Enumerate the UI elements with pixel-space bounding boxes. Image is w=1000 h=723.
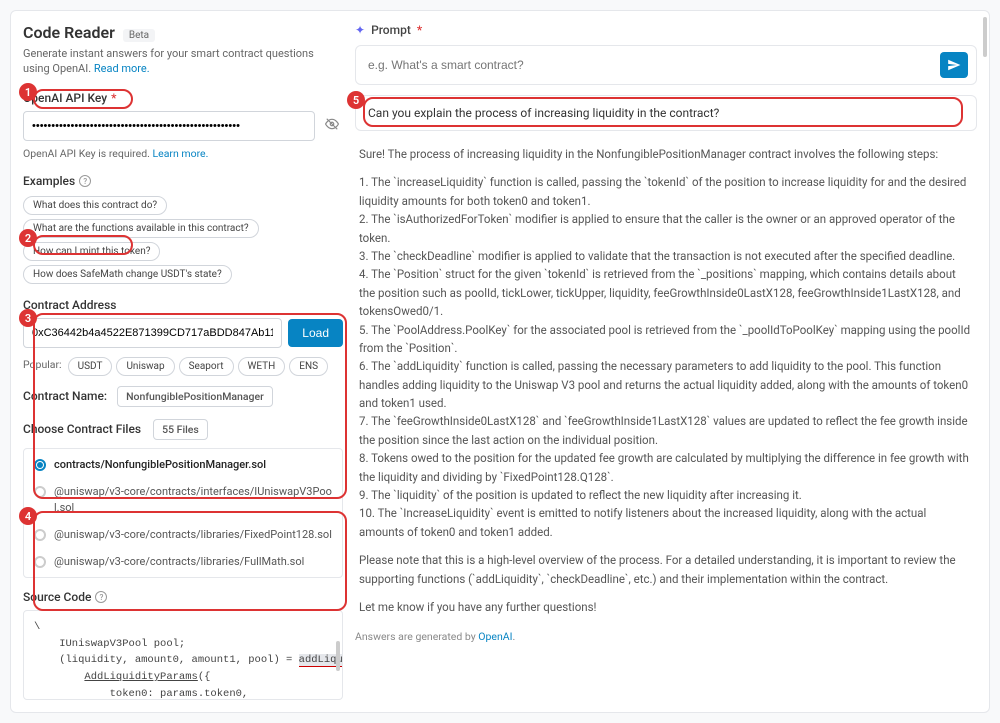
contract-name-label: Contract Name: NonfungiblePositionManage… (23, 386, 343, 407)
api-key-label: OpenAI API Key * (23, 91, 343, 105)
radio-icon (34, 529, 46, 541)
user-question: Can you explain the process of increasin… (355, 95, 977, 131)
examples-label: Examples ? (23, 174, 343, 188)
choose-files-label: Choose Contract Files 55 Files (23, 419, 343, 440)
send-button[interactable] (940, 52, 968, 78)
source-code-label: Source Code ? (23, 590, 343, 604)
file-path: @uniswap/v3-core/contracts/interfaces/IU… (54, 484, 332, 515)
popular-chip[interactable]: Uniswap (116, 357, 174, 376)
popular-chip[interactable]: ENS (289, 357, 328, 376)
help-icon[interactable]: ? (95, 591, 107, 603)
load-button[interactable]: Load (288, 319, 343, 347)
openai-link[interactable]: OpenAI (478, 630, 512, 643)
prompt-input[interactable] (364, 54, 934, 76)
footer-note: Answers are generated by OpenAI. (355, 630, 977, 643)
learn-more-link[interactable]: Learn more. (153, 147, 209, 160)
popular-chip[interactable]: WETH (238, 357, 286, 376)
example-chip[interactable]: How can I mint this token? (23, 242, 160, 261)
eye-icon[interactable] (321, 113, 343, 138)
example-chip[interactable]: What are the functions available in this… (23, 219, 259, 238)
file-path: contracts/NonfungiblePositionManager.sol (54, 457, 266, 472)
prompt-label: ✦ Prompt * (355, 23, 977, 37)
file-item[interactable]: @uniswap/v3-core/contracts/libraries/Ful… (24, 548, 342, 575)
example-chip[interactable]: How does SafeMath change USDT's state? (23, 265, 232, 284)
file-item[interactable]: contracts/NonfungiblePositionManager.sol (24, 451, 342, 478)
page-title: Code Reader (23, 23, 115, 42)
file-path: @uniswap/v3-core/contracts/libraries/Fix… (54, 527, 332, 542)
file-item[interactable]: @uniswap/v3-core/contracts/interfaces/IU… (24, 478, 342, 521)
source-code-view[interactable]: \ IUniswapV3Pool pool; (liquidity, amoun… (23, 610, 343, 700)
api-key-hint: OpenAI API Key is required. Learn more. (23, 147, 343, 160)
contract-address-label: Contract Address (23, 298, 343, 312)
subtitle: Generate instant answers for your smart … (23, 46, 343, 77)
file-item[interactable]: @uniswap/v3-core/contracts/libraries/Fix… (24, 521, 342, 548)
popular-chip[interactable]: USDT (68, 357, 113, 376)
file-path: @uniswap/v3-core/contracts/libraries/Ful… (54, 554, 304, 569)
popular-chip[interactable]: Seaport (179, 357, 234, 376)
example-chip[interactable]: What does this contract do? (23, 196, 167, 215)
file-count-badge: 55 Files (153, 419, 208, 440)
assistant-answer: Sure! The process of increasing liquidit… (355, 145, 977, 616)
api-key-input[interactable] (23, 111, 315, 141)
contract-address-input[interactable] (23, 318, 282, 348)
contract-name-value: NonfungiblePositionManager (117, 386, 273, 407)
radio-icon (34, 486, 46, 498)
help-icon[interactable]: ? (79, 175, 91, 187)
radio-icon (34, 459, 46, 471)
beta-badge: Beta (123, 29, 155, 42)
file-list[interactable]: contracts/NonfungiblePositionManager.sol… (23, 448, 343, 578)
sparkle-icon: ✦ (355, 23, 365, 37)
popular-label: Popular: (23, 358, 62, 371)
read-more-link[interactable]: Read more. (94, 62, 150, 75)
radio-icon (34, 556, 46, 568)
